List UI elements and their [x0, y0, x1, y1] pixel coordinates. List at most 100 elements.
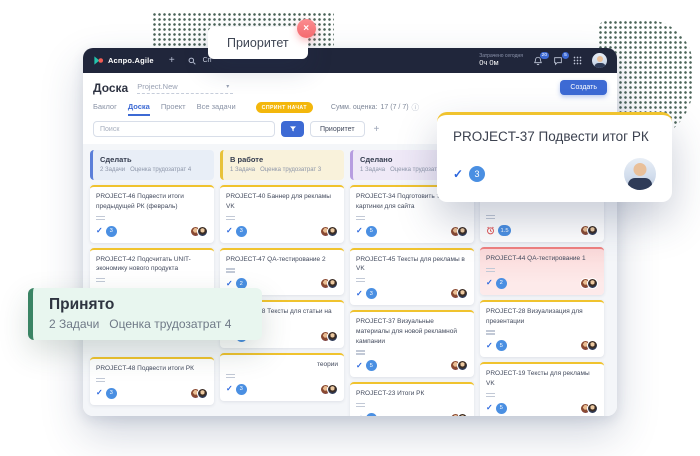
- tab-all-tasks[interactable]: Все задачи: [197, 100, 236, 116]
- user-avatar[interactable]: [592, 53, 607, 68]
- card-status-group: ✓ 2: [486, 278, 507, 289]
- card-footer: 1.5: [486, 225, 598, 236]
- column-meta: 1 Задача Оценка трудозатрат 3: [230, 167, 337, 174]
- task-card[interactable]: PROJECT-40 Баннер для рекламы VK ✓ 3: [220, 185, 344, 243]
- task-card[interactable]: PROJECT-44 QA-тестирование 1 ✓ 2: [480, 247, 604, 295]
- tab-board[interactable]: Доска: [128, 100, 150, 116]
- assignee-avatars: [320, 331, 338, 342]
- task-title: PROJECT-23 Итоги РК: [356, 389, 468, 399]
- task-card[interactable]: PROJECT-46 Подвести итоги предыдущей РК …: [90, 185, 214, 243]
- count-badge: 3: [469, 166, 485, 182]
- app-window: Аспро.Agile + Сп Затрачено сегодня 0ч 0м…: [83, 48, 617, 416]
- page-background: Аспро.Agile + Сп Затрачено сегодня 0ч 0м…: [0, 0, 700, 456]
- task-card[interactable]: PROJECT-48 Подвести итоги РК ✓ 3: [90, 357, 214, 405]
- card-footer: ✓ 3: [226, 226, 338, 237]
- summary-label: Сумм. оценка:: [331, 104, 378, 111]
- filter-button[interactable]: [281, 121, 304, 137]
- count-badge: 3: [236, 384, 247, 395]
- task-title: PROJECT-46 Подвести итоги предыдущей РК …: [96, 192, 208, 212]
- check-icon: ✓: [356, 362, 363, 370]
- check-icon: ✓: [486, 404, 493, 412]
- tab-project[interactable]: Проект: [161, 100, 186, 116]
- card-status-group: ✓ 5: [486, 340, 507, 351]
- app-logo[interactable]: Аспро.Agile: [93, 55, 154, 66]
- sprint-summary: Сумм. оценка: 17 (7 / 7) ⓘ: [331, 102, 419, 113]
- task-card[interactable]: PROJECT-37 Визуальные материалы для ново…: [350, 310, 474, 377]
- notifications-badge: 20: [540, 52, 549, 60]
- assignee-avatars: [320, 384, 338, 395]
- card-status-group: ✓ 3: [96, 226, 117, 237]
- card-footer: ✓ 3: [226, 384, 338, 395]
- description-icon: [356, 402, 365, 408]
- task-title: PROJECT-42 Подсчитать UNIT-экономику нов…: [96, 255, 208, 275]
- avatar: [327, 384, 338, 395]
- logo-text: Аспро.Agile: [108, 56, 154, 65]
- search-icon[interactable]: [188, 57, 196, 65]
- card-status-group: ✓ 5: [486, 403, 507, 414]
- card-status-group: ✓ 3: [226, 226, 247, 237]
- task-card[interactable]: PROJECT-19 Тексты для рекламы VK ✓ 5: [480, 362, 604, 416]
- task-card[interactable]: PROJECT-23 Итоги РК ✓ 5: [350, 382, 474, 416]
- chevron-down-icon: ▾: [226, 83, 229, 90]
- board-column: В работе 1 Задача Оценка трудозатрат 3 P…: [220, 150, 344, 401]
- add-filter-button[interactable]: +: [374, 124, 380, 135]
- tab-backlog[interactable]: Баклог: [93, 100, 117, 116]
- count-badge: 5: [496, 340, 507, 351]
- assignee-avatars: [450, 288, 468, 299]
- messages-button[interactable]: 5: [553, 56, 563, 66]
- task-card[interactable]: теории ✓ 3: [220, 353, 344, 401]
- apps-menu-button[interactable]: [573, 56, 582, 65]
- task-title: теории: [226, 360, 338, 370]
- count-badge: 3: [236, 226, 247, 237]
- column-title: В работе: [230, 155, 337, 164]
- avatar: [457, 226, 468, 237]
- description-icon: [96, 277, 105, 283]
- assignee-avatars: [190, 388, 208, 399]
- notifications-button[interactable]: 20: [533, 56, 543, 66]
- description-icon: [96, 215, 105, 221]
- avatar: [587, 278, 598, 289]
- assignee-avatars: [580, 225, 598, 236]
- board-column: Сделать 2 Задачи Оценка трудозатрат 4 PR…: [90, 150, 214, 405]
- avatar: [587, 403, 598, 414]
- card-footer: ✓ 5: [356, 413, 468, 416]
- messages-badge: 5: [562, 52, 569, 60]
- task-card-popup[interactable]: PROJECT-37 Подвести итог РК ✓ 3: [437, 112, 672, 202]
- search-input[interactable]: [93, 121, 275, 137]
- task-title: PROJECT-37 Визуальные материалы для ново…: [356, 317, 468, 346]
- add-icon[interactable]: +: [169, 56, 175, 66]
- project-name: Project.New: [137, 82, 177, 91]
- avatar: [587, 225, 598, 236]
- summary-value: 17 (7 / 7): [381, 104, 409, 111]
- card-status-group: ✓ 3: [356, 288, 377, 299]
- card-footer: ✓ 5: [486, 403, 598, 414]
- project-selector[interactable]: Project.New ▾: [137, 82, 233, 94]
- avatar: [457, 288, 468, 299]
- task-card[interactable]: PROJECT-28 Визуализация для презентации …: [480, 300, 604, 358]
- task-title: PROJECT-40 Баннер для рекламы VK: [226, 192, 338, 212]
- column-cards: 1.5 PROJECT-44 QA-тестирование 1 ✓ 2: [480, 185, 604, 416]
- priority-filter-chip[interactable]: Приоритет: [310, 121, 365, 137]
- avatar: [457, 360, 468, 371]
- count-badge: 3: [106, 388, 117, 399]
- check-icon: ✓: [226, 385, 233, 393]
- assignee-avatars: [320, 278, 338, 289]
- task-title: PROJECT-19 Тексты для рекламы VK: [486, 369, 598, 389]
- task-title: PROJECT-44 QA-тестирование 1: [486, 254, 598, 264]
- close-icon[interactable]: ×: [297, 19, 316, 38]
- board-header: Доска Project.New ▾ Создать: [83, 73, 617, 99]
- card-status-group: 1.5: [486, 225, 511, 236]
- assignee-avatars: [580, 403, 598, 414]
- priority-tooltip-label: Приоритет: [227, 36, 289, 50]
- info-icon: ⓘ: [412, 102, 420, 113]
- assignee-avatars: [580, 340, 598, 351]
- task-card[interactable]: PROJECT-45 Тексты для рекламы в VK ✓ 3: [350, 248, 474, 306]
- create-button[interactable]: Создать: [560, 80, 607, 95]
- card-footer: ✓ 2: [486, 278, 598, 289]
- check-icon: ✓: [486, 279, 493, 287]
- grid-icon: [573, 56, 582, 65]
- logo-icon: [93, 55, 104, 66]
- count-badge: 5: [366, 360, 377, 371]
- count-badge: 5: [366, 226, 377, 237]
- alarm-clock-icon: [486, 226, 495, 235]
